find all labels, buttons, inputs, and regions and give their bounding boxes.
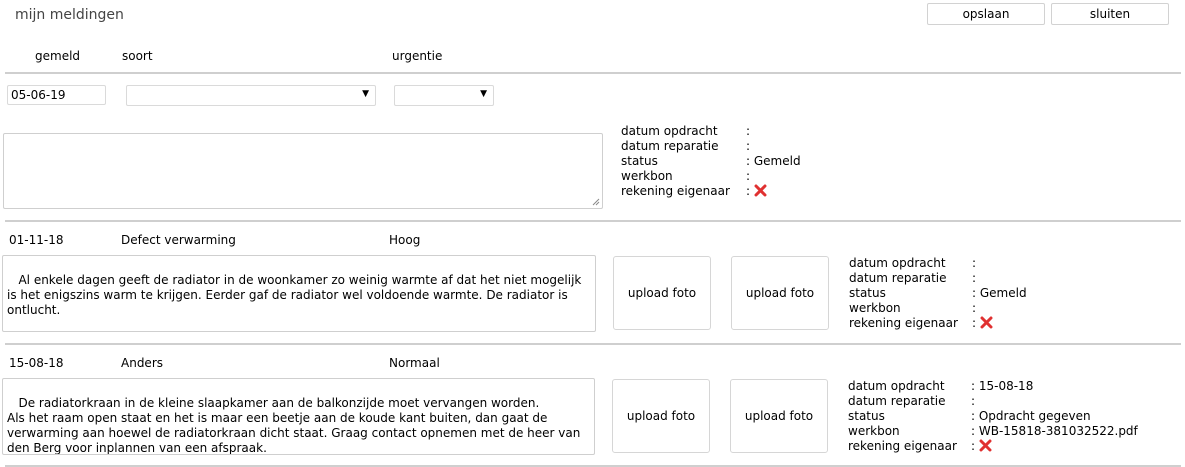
divider <box>5 220 1181 222</box>
werkbon-link[interactable]: WB-15818-381032522.pdf <box>979 424 1138 438</box>
upload-photo-button[interactable]: upload foto <box>612 379 710 453</box>
melding-date: 15-08-18 <box>9 356 64 370</box>
melding-soort: Defect verwarming <box>121 233 236 247</box>
melding-info: datum opdracht: 15-08-18 datum reparatie… <box>848 379 1138 453</box>
info-label-status: status <box>849 286 886 300</box>
column-header-urgentie: urgentie <box>392 49 443 63</box>
caret-down-icon: ▼ <box>480 89 487 99</box>
upload-photo-button[interactable]: upload foto <box>613 256 711 330</box>
soort-select[interactable]: ▼ <box>126 85 376 106</box>
melding-urgentie: Normaal <box>389 356 440 370</box>
column-header-gemeld: gemeld <box>35 49 81 63</box>
info-label-rekening-eigenaar: rekening eigenaar <box>848 439 957 453</box>
melding-description[interactable]: De radiatorkraan in de kleine slaapkamer… <box>2 378 595 455</box>
melding-description[interactable]: Al enkele dagen geeft de radiator in de … <box>2 255 596 332</box>
melding-description-text: Al enkele dagen geeft de radiator in de … <box>7 273 586 317</box>
red-x-icon[interactable] <box>754 184 767 197</box>
info-label-datum-reparatie: datum reparatie <box>848 394 946 408</box>
info-label-rekening-eigenaar: rekening eigenaar <box>849 316 958 330</box>
close-button[interactable]: sluiten <box>1051 3 1169 25</box>
info-label-status: status <box>621 154 658 168</box>
date-input[interactable]: 05-06-19 <box>7 85 106 105</box>
melding-urgentie: Hoog <box>389 233 421 247</box>
melding-info: datum opdracht: datum reparatie: status:… <box>621 124 801 198</box>
melding-date: 01-11-18 <box>9 233 64 247</box>
info-value-status: Opdracht gegeven <box>978 409 1091 423</box>
divider <box>5 343 1181 345</box>
save-button[interactable]: opslaan <box>927 3 1045 25</box>
info-value-datum-opdracht: 15-08-18 <box>978 379 1034 393</box>
column-header-soort: soort <box>122 49 153 63</box>
melding-soort: Anders <box>121 356 163 370</box>
urgentie-select[interactable]: ▼ <box>394 85 494 106</box>
info-label-datum-opdracht: datum opdracht <box>621 124 718 138</box>
upload-photo-button[interactable]: upload foto <box>730 379 828 453</box>
info-label-werkbon: werkbon <box>849 301 901 315</box>
info-value-status: Gemeld <box>753 154 801 168</box>
info-label-datum-opdracht: datum opdracht <box>848 379 945 393</box>
info-label-rekening-eigenaar: rekening eigenaar <box>621 184 730 198</box>
info-label-werkbon: werkbon <box>848 424 900 438</box>
info-label-status: status <box>848 409 885 423</box>
caret-down-icon: ▼ <box>362 89 369 99</box>
upload-photo-button[interactable]: upload foto <box>731 256 829 330</box>
page-title: mijn meldingen <box>15 7 124 23</box>
info-value-status: Gemeld <box>979 286 1027 300</box>
melding-description-text: De radiatorkraan in de kleine slaapkamer… <box>7 396 581 455</box>
resize-grip-icon[interactable] <box>592 198 600 206</box>
description-textarea[interactable] <box>3 133 603 209</box>
info-label-werkbon: werkbon <box>621 169 673 183</box>
melding-info: datum opdracht: datum reparatie: status:… <box>849 256 1027 330</box>
divider <box>5 72 1181 74</box>
info-label-datum-reparatie: datum reparatie <box>621 139 719 153</box>
info-label-datum-reparatie: datum reparatie <box>849 271 947 285</box>
red-x-icon[interactable] <box>980 316 993 329</box>
info-label-datum-opdracht: datum opdracht <box>849 256 946 270</box>
red-x-icon[interactable] <box>979 439 992 452</box>
